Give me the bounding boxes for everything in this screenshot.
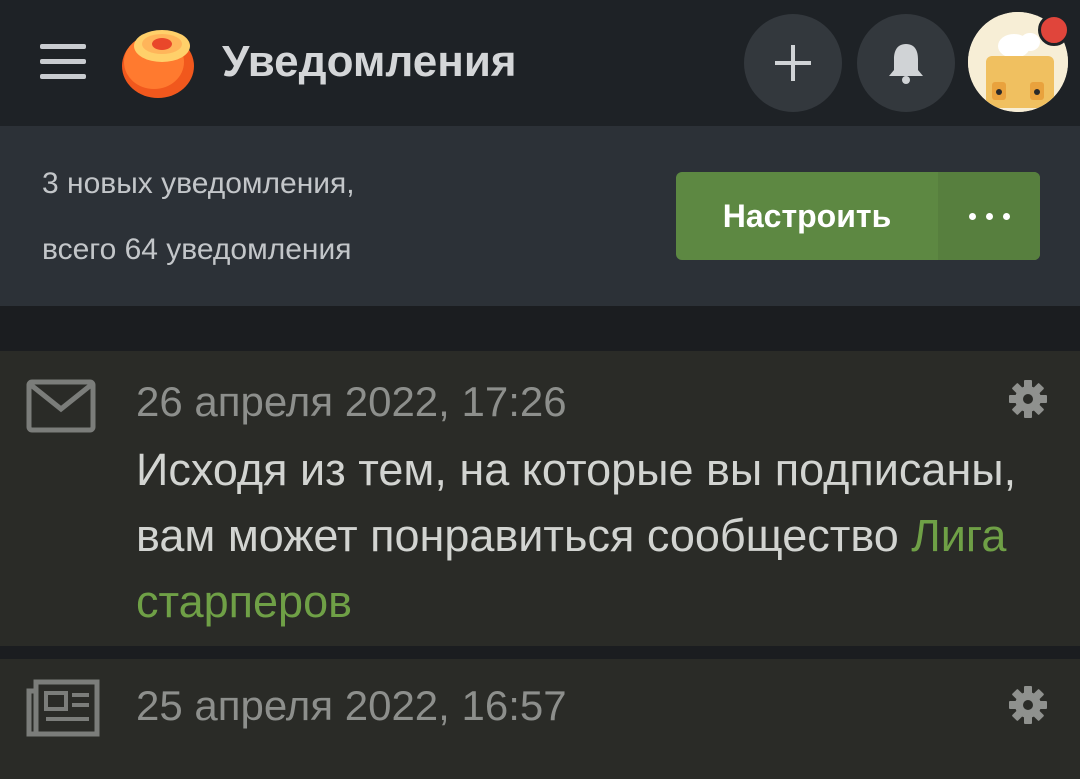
newspaper-icon: [26, 679, 100, 742]
notifications-summary: 3 новых уведомления, всего 64 уведомлени…: [0, 126, 1080, 306]
notification-text: Исходя из тем, на которые вы подписаны, …: [136, 444, 1017, 627]
pikabu-logo-icon[interactable]: [118, 24, 198, 100]
hamburger-menu-icon[interactable]: [40, 44, 86, 80]
notification-item[interactable]: 26 апреля 2022, 17:26 Исходя из тем, на …: [0, 351, 1080, 646]
settings-split-button: Настроить: [676, 172, 1040, 260]
notifications-button[interactable]: [857, 14, 955, 112]
plus-icon: [775, 45, 811, 81]
more-dots-icon[interactable]: [938, 172, 1040, 260]
page-title: Уведомления: [222, 37, 517, 86]
top-app-bar: Уведомления: [0, 0, 1080, 126]
total-notifications-count: всего 64 уведомления: [42, 233, 352, 266]
envelope-icon: [26, 379, 96, 438]
notification-date: 25 апреля 2022, 16:57: [136, 682, 567, 729]
unread-badge: [1038, 14, 1070, 46]
gear-icon[interactable]: [1008, 685, 1048, 725]
add-button[interactable]: [744, 14, 842, 112]
settings-button[interactable]: Настроить: [676, 172, 938, 260]
gear-icon[interactable]: [1008, 379, 1048, 419]
bell-icon: [889, 44, 923, 84]
notification-item[interactable]: 25 апреля 2022, 16:57: [0, 659, 1080, 779]
new-notifications-count: 3 новых уведомления,: [42, 167, 355, 200]
notification-date: 26 апреля 2022, 17:26: [136, 378, 567, 425]
